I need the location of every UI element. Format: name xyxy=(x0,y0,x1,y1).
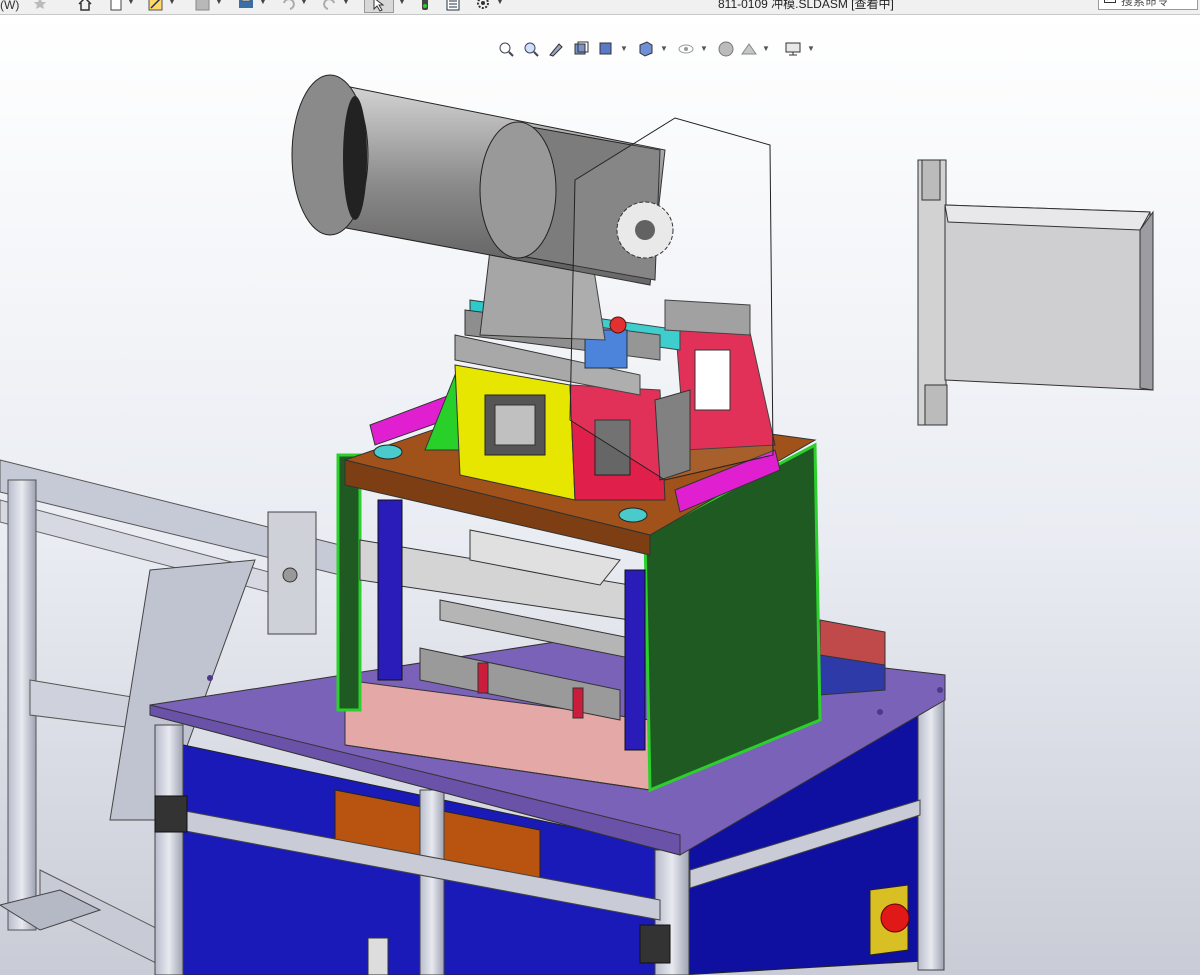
home-icon[interactable] xyxy=(77,0,93,11)
edit-appearance-icon[interactable] xyxy=(717,40,735,58)
assembly-model-view[interactable] xyxy=(0,15,1200,975)
traffic-light-icon[interactable] xyxy=(417,0,433,11)
new-dropdown-caret[interactable]: ▼ xyxy=(127,0,135,6)
print-dropdown-caret[interactable]: ▼ xyxy=(259,0,267,6)
save-icon[interactable] xyxy=(195,0,211,11)
select-dropdown-caret[interactable]: ▼ xyxy=(398,0,406,6)
search-placeholder: 搜索命令 xyxy=(1121,0,1170,8)
graphics-viewport[interactable]: ▼ ▼ ▼ ▼ ▼ xyxy=(0,15,1200,975)
open-dropdown-caret[interactable]: ▼ xyxy=(168,0,176,6)
emergency-stop-button[interactable] xyxy=(880,903,910,933)
options-dropdown-caret[interactable]: ▼ xyxy=(496,0,504,6)
hide-show-items-icon[interactable] xyxy=(677,40,695,58)
zoom-to-fit-icon[interactable] xyxy=(497,40,515,58)
open-icon[interactable] xyxy=(148,0,164,11)
undo-icon[interactable] xyxy=(280,0,296,11)
new-document-icon[interactable] xyxy=(108,0,124,11)
command-toolbar: (W) ▼ ▼ ▼ ▼ ▼ ▼ ▼ ▼ 811-0109 冲模.SLDASM [… xyxy=(0,0,1200,15)
redo-icon[interactable] xyxy=(322,0,338,11)
redo-dropdown-caret[interactable]: ▼ xyxy=(342,0,350,6)
hinge-right xyxy=(639,924,671,964)
previous-view-icon[interactable] xyxy=(547,40,565,58)
search-icon xyxy=(1104,0,1116,3)
hide-show-caret[interactable]: ▼ xyxy=(700,44,708,53)
print-icon[interactable] xyxy=(238,0,254,11)
hinge-left xyxy=(154,795,188,833)
save-dropdown-caret[interactable]: ▼ xyxy=(215,0,223,6)
view-orientation-icon[interactable] xyxy=(597,40,615,58)
menu-window-fragment[interactable]: (W) xyxy=(0,0,19,14)
select-tool-button[interactable] xyxy=(364,0,394,13)
transparent-guard-cover[interactable] xyxy=(569,117,774,481)
file-properties-icon[interactable] xyxy=(445,0,461,11)
display-style-caret[interactable]: ▼ xyxy=(660,44,668,53)
view-settings-caret[interactable]: ▼ xyxy=(807,44,815,53)
apply-scene-caret[interactable]: ▼ xyxy=(762,44,770,53)
left-side-panel-green xyxy=(336,453,362,712)
select-pointer-icon xyxy=(373,0,385,12)
display-style-icon[interactable] xyxy=(637,40,655,58)
view-orientation-caret[interactable]: ▼ xyxy=(620,44,628,53)
zoom-to-area-icon[interactable] xyxy=(522,40,540,58)
door-handle[interactable] xyxy=(367,937,389,975)
search-commands-input[interactable]: 搜索命令 xyxy=(1098,0,1198,10)
section-view-icon[interactable] xyxy=(572,40,590,58)
guide-post-left xyxy=(377,499,403,681)
pin-icon[interactable] xyxy=(32,0,48,11)
guide-post-right xyxy=(624,569,646,751)
apply-scene-icon[interactable] xyxy=(740,40,758,58)
undo-dropdown-caret[interactable]: ▼ xyxy=(300,0,308,6)
document-title: 811-0109 冲模.SLDASM [查看中] xyxy=(718,0,894,11)
options-gear-icon[interactable] xyxy=(475,0,491,11)
view-settings-icon[interactable] xyxy=(784,40,802,58)
